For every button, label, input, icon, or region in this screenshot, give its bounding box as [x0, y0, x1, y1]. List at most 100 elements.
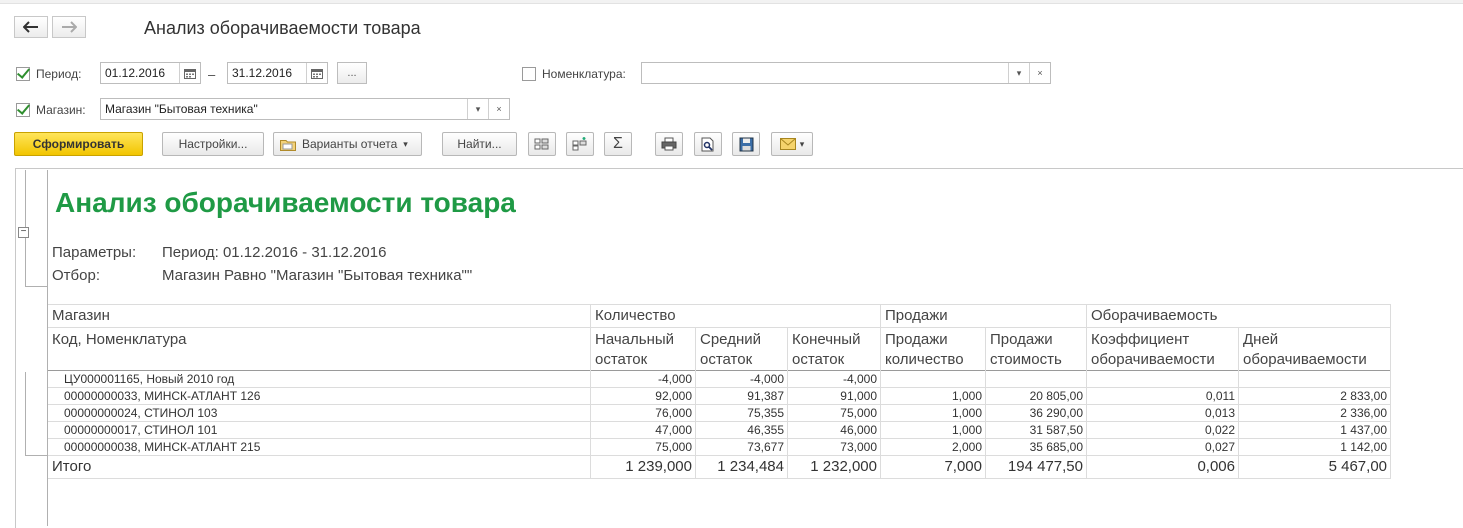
cell-name: 00000000024, СТИНОЛ 103 — [64, 406, 218, 420]
total-start: 1 239,000 — [625, 458, 692, 475]
cell-days: 2 833,00 — [1340, 389, 1387, 403]
outline-line — [25, 372, 26, 456]
folder-icon — [280, 139, 296, 151]
dropdown-arrow-icon[interactable]: ▾ — [467, 99, 488, 119]
dropdown-arrow-icon[interactable]: ▾ — [1008, 63, 1029, 83]
col-group-turnover: Оборачиваемость — [1091, 307, 1218, 324]
total-avg: 1 234,484 — [717, 458, 784, 475]
cell-days: 1 437,00 — [1340, 423, 1387, 437]
outline-line — [25, 455, 47, 456]
nomenclature-field[interactable]: ▾ × — [641, 62, 1051, 84]
cell-coef: 0,013 — [1204, 406, 1235, 420]
params-label: Параметры: — [52, 244, 137, 261]
period-select-button[interactable]: ... — [337, 62, 367, 84]
total-days: 5 467,00 — [1328, 458, 1387, 475]
total-end: 1 232,000 — [810, 458, 877, 475]
filter-value: Магазин Равно "Магазин "Бытовая техника"… — [162, 267, 473, 284]
preview-icon — [701, 137, 714, 151]
cell-start: 75,000 — [655, 440, 692, 454]
total-sales-qty: 7,000 — [944, 458, 982, 475]
cell-end: -4,000 — [842, 372, 877, 386]
nomenclature-checkbox[interactable] — [522, 67, 536, 81]
arrow-left-icon — [23, 21, 38, 33]
window-title: Анализ оборачиваемости товара — [144, 18, 421, 38]
email-icon — [779, 138, 796, 150]
date-from-field[interactable]: 01.12.2016 — [100, 62, 201, 84]
settings-button[interactable]: Настройки... — [162, 132, 264, 156]
calendar-icon[interactable] — [179, 63, 200, 83]
shop-checkbox[interactable] — [16, 103, 30, 117]
col-group-sales: Продажи — [885, 307, 948, 324]
cell-sales-cost: 35 685,00 — [1029, 440, 1083, 454]
cell-end: 91,000 — [840, 389, 877, 403]
report-variants-label: Варианты отчета — [302, 137, 398, 151]
col-header-end: Конечный — [792, 331, 861, 348]
back-button[interactable] — [14, 16, 48, 38]
date-from-value: 01.12.2016 — [105, 66, 166, 80]
preview-button[interactable] — [694, 132, 722, 156]
total-coef: 0,006 — [1197, 458, 1235, 475]
cell-sales-qty: 1,000 — [951, 389, 982, 403]
date-range-dash: – — [208, 67, 216, 82]
col-header-sales-cost: стоимость — [990, 351, 1062, 368]
period-label: Период: — [36, 67, 82, 81]
cell-avg: 73,677 — [747, 440, 784, 454]
cell-sales-qty: 1,000 — [951, 423, 982, 437]
total-label: Итого — [52, 458, 92, 475]
window-top-border — [0, 0, 1463, 4]
cell-coef: 0,011 — [1205, 389, 1235, 403]
col-header-days: оборачиваемости — [1243, 351, 1367, 368]
cell-coef: 0,027 — [1204, 440, 1235, 454]
report-variants-button[interactable]: Варианты отчета ▾ — [273, 132, 422, 156]
col-header-start: остаток — [595, 351, 648, 368]
cell-end: 75,000 — [840, 406, 877, 420]
expand-groups-button[interactable] — [528, 132, 556, 156]
cell-avg: 75,355 — [747, 406, 784, 420]
cell-name: 00000000038, МИНСК-АТЛАНТ 215 — [64, 440, 261, 454]
clear-icon[interactable]: × — [488, 99, 509, 119]
forward-button[interactable] — [52, 16, 86, 38]
find-button[interactable]: Найти... — [442, 132, 517, 156]
cell-avg: 46,355 — [747, 423, 784, 437]
col-header-code-nomenclature: Код, Номенклатура — [52, 331, 187, 348]
cell-avg: 91,387 — [747, 389, 784, 403]
generate-button[interactable]: Сформировать — [14, 132, 143, 156]
cell-end: 46,000 — [840, 423, 877, 437]
cell-name: 00000000033, МИНСК-АТЛАНТ 126 — [64, 389, 261, 403]
collapse-group-icon[interactable]: − — [18, 227, 29, 238]
dropdown-arrow-icon: ▾ — [403, 138, 408, 149]
cell-coef: 0,022 — [1204, 423, 1235, 437]
period-checkbox[interactable] — [16, 67, 30, 81]
col-header-sales-qty: Продажи — [885, 331, 948, 348]
cell-sales-qty: 1,000 — [951, 406, 982, 420]
date-to-field[interactable]: 31.12.2016 — [227, 62, 328, 84]
clear-icon[interactable]: × — [1029, 63, 1050, 83]
cell-avg: -4,000 — [749, 372, 784, 386]
print-button[interactable] — [655, 132, 683, 156]
calendar-icon[interactable] — [306, 63, 327, 83]
nomenclature-label: Номенклатура: — [542, 67, 626, 81]
col-header-coef: Коэффициент — [1091, 331, 1190, 348]
cell-sales-qty: 2,000 — [951, 440, 982, 454]
collapse-groups-icon — [572, 137, 587, 151]
shop-field[interactable]: Магазин "Бытовая техника" ▾ × — [100, 98, 510, 120]
col-header-end: остаток — [792, 351, 845, 368]
collapse-groups-button[interactable] — [566, 132, 594, 156]
cell-sales-cost: 36 290,00 — [1029, 406, 1083, 420]
col-header-avg: остаток — [700, 351, 753, 368]
arrow-right-icon — [62, 21, 77, 33]
total-sales-cost: 194 477,50 — [1007, 458, 1083, 475]
cell-start: 92,000 — [655, 389, 692, 403]
dropdown-arrow-icon: ▾ — [799, 138, 805, 149]
sum-icon: Σ — [613, 135, 623, 152]
print-icon — [661, 137, 677, 151]
save-button[interactable] — [732, 132, 760, 156]
send-email-button[interactable]: ▾ — [771, 132, 813, 156]
col-header-start: Начальный — [595, 331, 675, 348]
save-icon — [739, 137, 753, 151]
filter-label: Отбор: — [52, 267, 100, 284]
outline-line — [47, 170, 48, 526]
sum-button[interactable]: Σ — [604, 132, 632, 156]
col-header-avg: Средний — [700, 331, 761, 348]
date-to-value: 31.12.2016 — [232, 66, 293, 80]
